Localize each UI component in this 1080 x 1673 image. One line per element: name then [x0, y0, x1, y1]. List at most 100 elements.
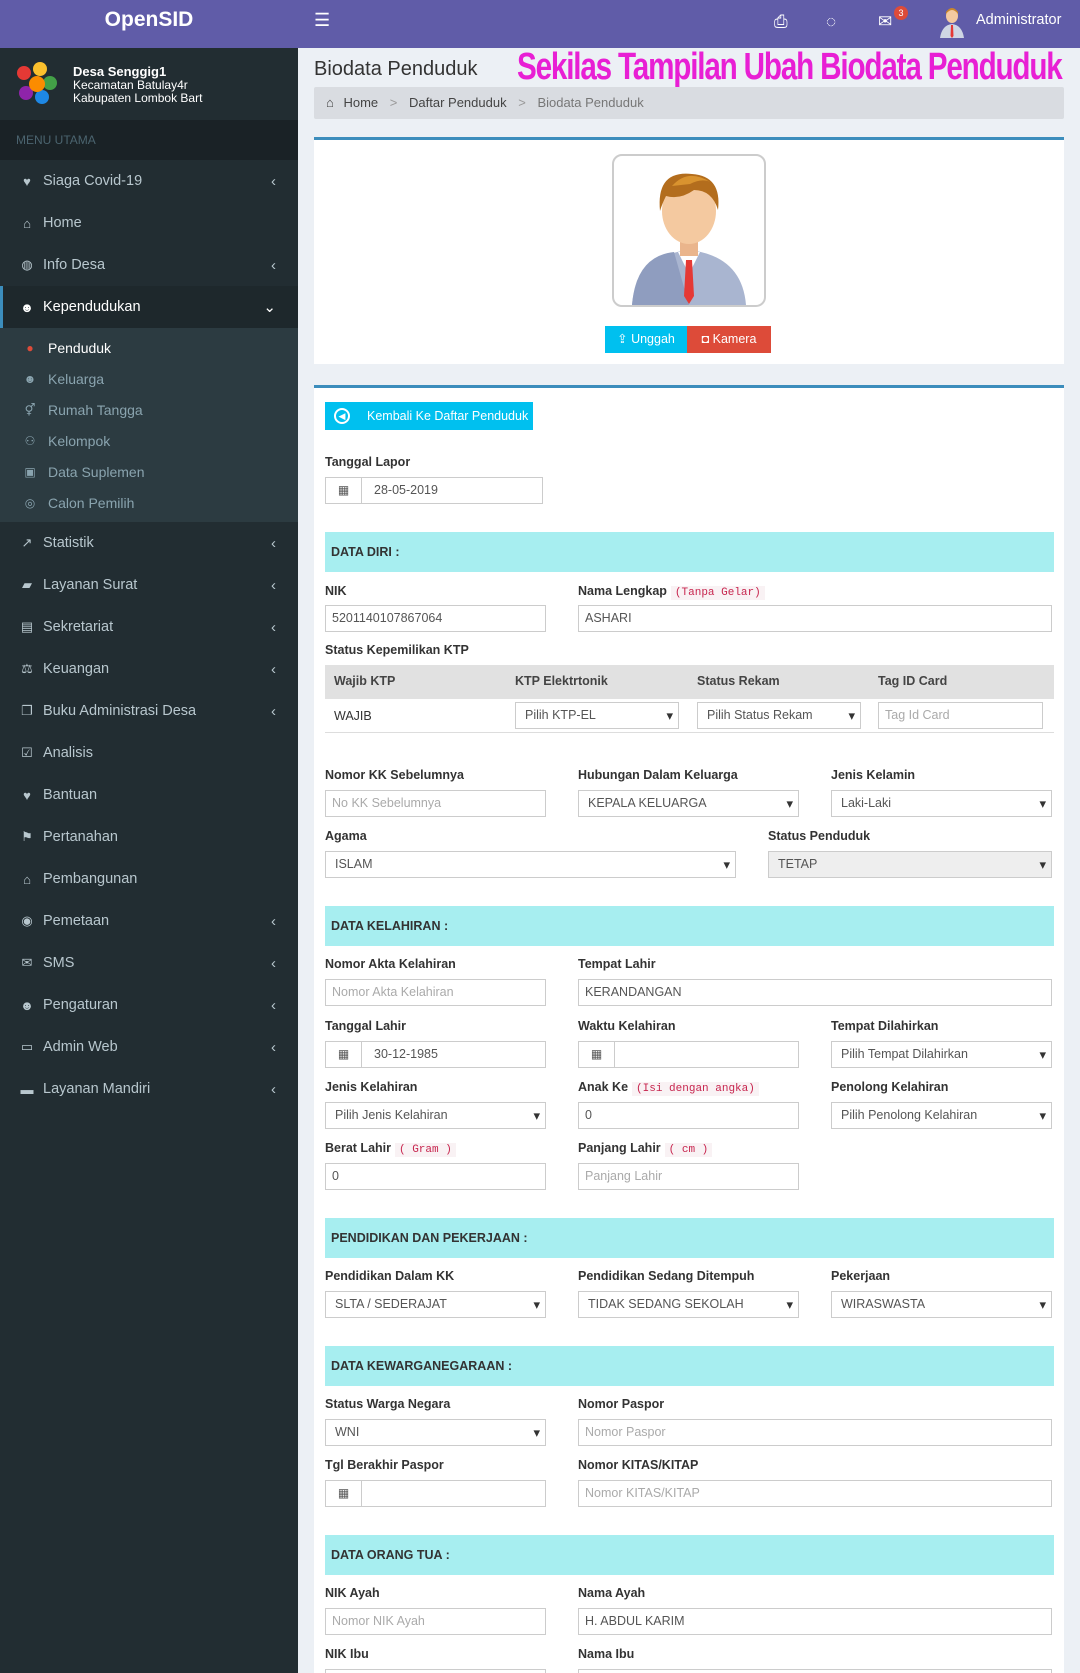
camera-label: Kamera — [712, 332, 757, 346]
sidebar-item-kependudukan[interactable]: ☻ Kependudukan ⌄ — [0, 286, 298, 328]
sidebar-item-buku-administrasi-desa[interactable]: ❐ Buku Administrasi Desa ‹ — [0, 690, 298, 732]
submenu-item-penduduk[interactable]: ● Penduduk — [0, 332, 298, 363]
ktp-header-rekam: Status Rekam — [697, 674, 780, 688]
tempat-dilahirkan-select[interactable]: Pilih Tempat Dilahirkan — [831, 1041, 1052, 1068]
sidebar-item-layanan-mandiri[interactable]: ▬ Layanan Mandiri ‹ — [0, 1068, 298, 1110]
jenis-kelahiran-select[interactable]: Pilih Jenis Kelahiran — [325, 1102, 546, 1129]
users-icon: ☻ — [20, 299, 34, 315]
nik-ibu-input[interactable] — [325, 1669, 546, 1673]
heart-icon: ♥ — [23, 787, 31, 803]
nama-ayah-input[interactable]: H. ABDUL KARIM — [578, 1608, 1052, 1635]
sidebar-item-sms[interactable]: ✉ SMS ‹ — [0, 942, 298, 984]
sidebar-item-layanan-surat[interactable]: ▰ Layanan Surat ‹ — [0, 564, 298, 606]
app-logo[interactable]: OpenSID — [0, 0, 298, 48]
nama-ibu-input[interactable] — [578, 1669, 1052, 1673]
ktp-el-select[interactable]: Pilih KTP-EL — [515, 702, 679, 729]
anak-ke-label-text: Anak Ke — [578, 1080, 629, 1094]
tag-id-input[interactable]: Tag Id Card — [878, 702, 1043, 729]
user-name[interactable]: Administrator — [976, 12, 1061, 28]
chart-icon: ↗ — [21, 535, 33, 550]
calendar-icon: ▦ — [325, 1480, 362, 1507]
nama-ibu-label: Nama Ibu — [578, 1647, 635, 1661]
hamburger-icon[interactable]: ☰ — [314, 10, 330, 31]
sidebar-item-keuangan[interactable]: ⚖ Keuangan ‹ — [0, 648, 298, 690]
sidebar-item-bantuan[interactable]: ♥ Bantuan — [0, 774, 298, 816]
sidebar-item-sekretariat[interactable]: ▤ Sekretariat ‹ — [0, 606, 298, 648]
kitas-input[interactable]: Nomor KITAS/KITAP — [578, 1480, 1052, 1507]
jenis-kelamin-select[interactable]: Laki-Laki — [831, 790, 1052, 817]
pendidikan-tempuh-select[interactable]: TIDAK SEDANG SEKOLAH — [578, 1291, 799, 1318]
breadcrumb: ⌂ Home > Daftar Penduduk > Biodata Pendu… — [314, 87, 1064, 119]
submenu-item-kelompok[interactable]: ⚇ Kelompok — [0, 425, 298, 456]
submenu-item-label: Kelompok — [48, 432, 111, 449]
sidebar-item-home[interactable]: ⌂ Home — [0, 202, 298, 244]
no-kk-input[interactable]: No KK Sebelumnya — [325, 790, 546, 817]
institution-icon: ⌂ — [23, 871, 31, 887]
sidebar-item-label: Layanan Surat — [43, 577, 138, 593]
pendidikan-kk-select[interactable]: SLTA / SEDERAJAT — [325, 1291, 546, 1318]
sitemap-icon: ⚇ — [24, 433, 36, 448]
submenu-item-keluarga[interactable]: ☻ Keluarga — [0, 363, 298, 394]
balance-icon: ⚖ — [21, 661, 33, 676]
mail-count-badge: 3 — [894, 6, 908, 20]
arrow-circle-left-icon: ◀ — [334, 408, 350, 424]
breadcrumb-current: Biodata Penduduk — [537, 95, 644, 110]
nama-input[interactable]: ASHARI — [578, 605, 1052, 632]
submenu-item-label: Penduduk — [48, 339, 112, 356]
pekerjaan-select[interactable]: WIRASWASTA — [831, 1291, 1052, 1318]
desa-name: Desa Senggig1 — [73, 63, 167, 79]
upload-button[interactable]: ⇪ Unggah — [605, 326, 687, 353]
user-avatar[interactable] — [938, 6, 966, 38]
sidebar-item-pengaturan[interactable]: ☻ Pengaturan ‹ — [0, 984, 298, 1026]
akta-input[interactable]: Nomor Akta Kelahiran — [325, 979, 546, 1006]
tgl-paspor-input[interactable] — [361, 1480, 546, 1507]
breadcrumb-home[interactable]: Home — [343, 95, 378, 110]
print-icon[interactable]: ⎙ — [774, 12, 788, 32]
tempat-lahir-input[interactable]: KERANDANGAN — [578, 979, 1052, 1006]
camera-button[interactable]: ◘ Kamera — [687, 326, 771, 353]
sidebar-item-statistik[interactable]: ↗ Statistik ‹ — [0, 522, 298, 564]
sidebar-item-pemetaan[interactable]: ◉ Pemetaan ‹ — [0, 900, 298, 942]
status-penduduk-select[interactable]: TETAP — [768, 851, 1052, 878]
nik-input[interactable]: 5201140107867064 — [325, 605, 546, 632]
anak-ke-input[interactable]: 0 — [578, 1102, 799, 1129]
berat-input[interactable]: 0 — [325, 1163, 546, 1190]
sidebar-item-label: SMS — [43, 955, 75, 971]
form-box: ◀ Kembali Ke Daftar Penduduk Tanggal Lap… — [314, 385, 1064, 1673]
chat-icon[interactable]: ◌ — [826, 12, 836, 32]
paspor-label: Nomor Paspor — [578, 1397, 665, 1411]
sidebar-item-pembangunan[interactable]: ⌂ Pembangunan — [0, 858, 298, 900]
warga-select[interactable]: WNI — [325, 1419, 546, 1446]
sidebar-item-info-desa[interactable]: ◍ Info Desa ‹ — [0, 244, 298, 286]
sidebar-item-label: Bantuan — [43, 787, 98, 803]
hubungan-select[interactable]: KEPALA KELUARGA — [578, 790, 799, 817]
envelope-icon[interactable]: ✉ — [878, 12, 892, 32]
penolong-select[interactable]: Pilih Penolong Kelahiran — [831, 1102, 1052, 1129]
breadcrumb-daftar[interactable]: Daftar Penduduk — [409, 95, 507, 110]
sidebar-item-analisis[interactable]: ☑ Analisis — [0, 732, 298, 774]
submenu-item-label: Rumah Tangga — [48, 401, 143, 418]
agama-select[interactable]: ISLAM — [325, 851, 736, 878]
berat-note: ( Gram ) — [395, 1143, 456, 1157]
waktu-input[interactable] — [614, 1041, 799, 1068]
panjang-input[interactable]: Panjang Lahir — [578, 1163, 799, 1190]
tanggal-lahir-input[interactable]: 30-12-1985 — [361, 1041, 546, 1068]
calendar-icon: ▦ — [325, 1041, 362, 1068]
submenu-item-data-suplemen[interactable]: ▣ Data Suplemen — [0, 456, 298, 487]
back-button[interactable]: ◀ Kembali Ke Daftar Penduduk — [325, 402, 533, 430]
sidebar-item-pertanahan[interactable]: ⚑ Pertanahan — [0, 816, 298, 858]
tanggal-lapor-input[interactable]: 28-05-2019 — [361, 477, 543, 504]
status-rekam-select[interactable]: Pilih Status Rekam — [697, 702, 861, 729]
nik-ibu-label: NIK Ibu — [325, 1647, 369, 1661]
paspor-input[interactable]: Nomor Paspor — [578, 1419, 1052, 1446]
sidebar-item-admin-web[interactable]: ▭ Admin Web ‹ — [0, 1026, 298, 1068]
submenu-item-calon-pemilih[interactable]: ◎ Calon Pemilih — [0, 487, 298, 518]
nik-ayah-input[interactable]: Nomor NIK Ayah — [325, 1608, 546, 1635]
check-square-icon: ☑ — [21, 745, 33, 760]
submenu-item-rumah-tangga[interactable]: ⚥ Rumah Tangga — [0, 394, 298, 425]
section-data-diri: DATA DIRI : — [325, 532, 1054, 572]
sidebar-item-label: Pemetaan — [43, 913, 110, 929]
sidebar-item-siaga-covid-19[interactable]: ♥ Siaga Covid-19 ‹ — [0, 160, 298, 202]
home-icon: ⌂ — [326, 95, 334, 110]
chevron-left-icon: ‹ — [271, 618, 276, 636]
